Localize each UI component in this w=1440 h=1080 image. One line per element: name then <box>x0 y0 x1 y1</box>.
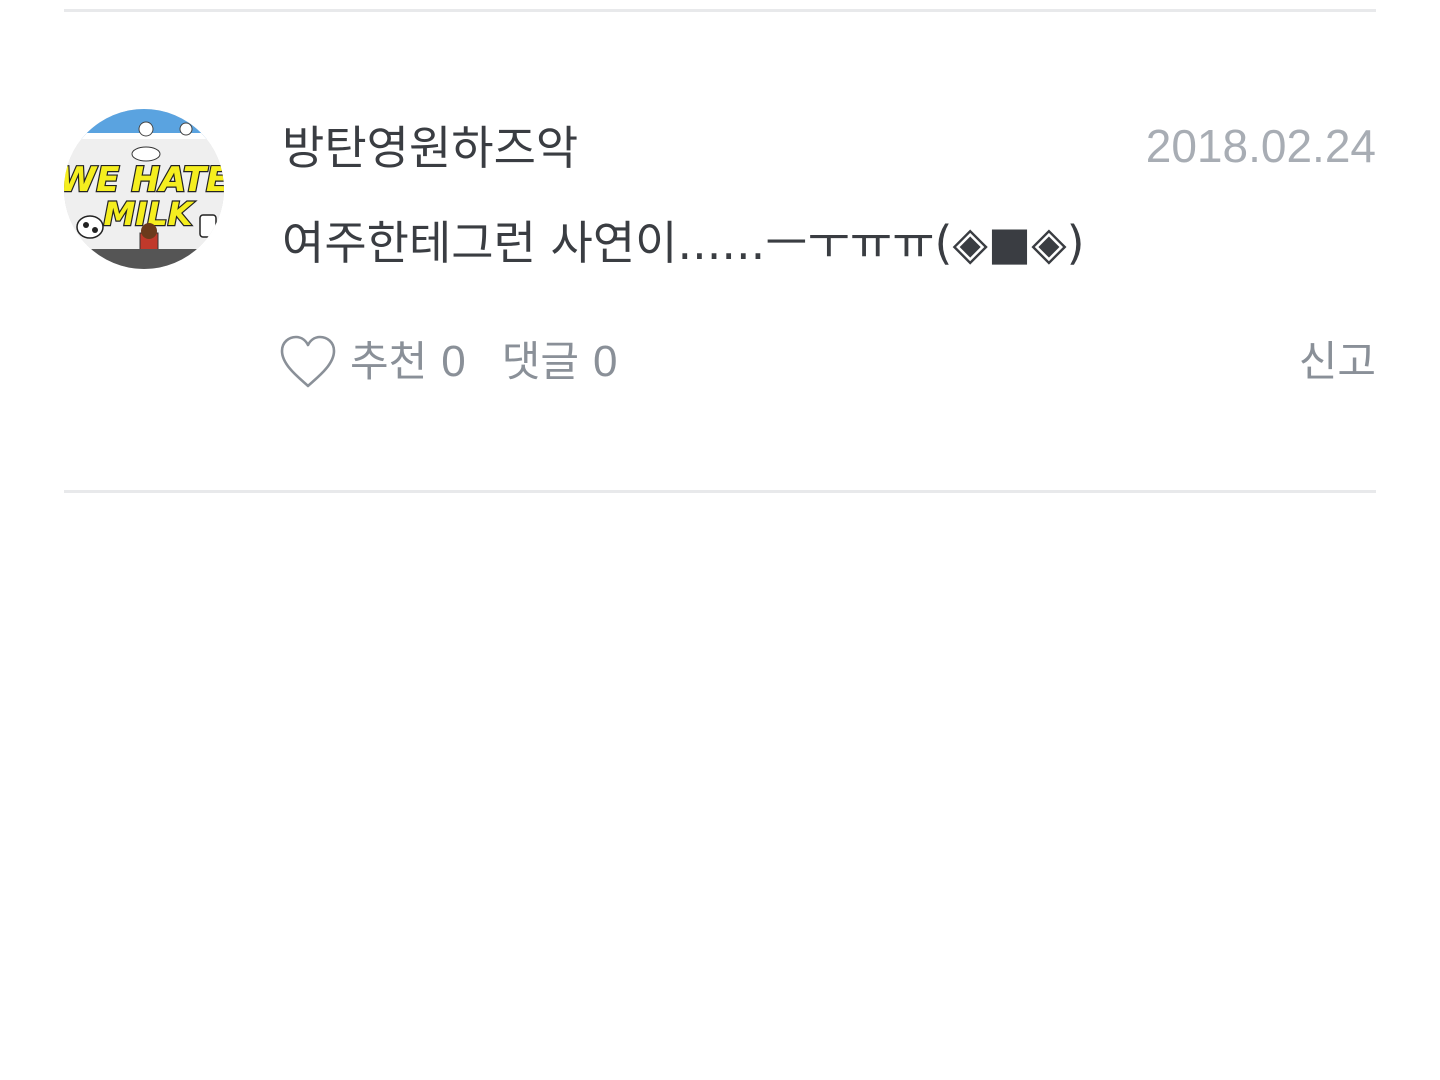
like-label: 추천 <box>350 337 428 386</box>
comment-author[interactable]: 방탄영원하즈악 <box>282 116 578 180</box>
heart-icon <box>280 335 336 388</box>
reply-count: 0 <box>593 337 618 386</box>
reply-button[interactable]: 댓글 0 <box>502 330 618 394</box>
report-button[interactable]: 신고 <box>1299 330 1376 394</box>
reply-label: 댓글 <box>501 337 580 386</box>
comment-text: 여주한테그런 사연이......ㅡㅜㅠㅠ(◈■◈) <box>282 216 1085 270</box>
comment-actions: 추천 0 댓글 0 <box>278 330 618 394</box>
avatar-image: WE HATE MILK <box>64 109 224 269</box>
comment-date: 2018.02.24 <box>1145 120 1376 172</box>
bottom-divider <box>64 490 1376 493</box>
comment-page: WE HATE MILK 방탄영원하즈악 2018.02.24 여주한테그런 사… <box>0 0 1440 1080</box>
avatar-logo-line1: WE HATE <box>64 160 224 200</box>
comment-item: WE HATE MILK 방탄영원하즈악 2018.02.24 여주한테그런 사… <box>64 12 1376 490</box>
like-count: 0 <box>441 337 466 386</box>
like-button[interactable]: 추천 0 <box>278 330 466 394</box>
avatar[interactable]: WE HATE MILK <box>64 109 224 269</box>
